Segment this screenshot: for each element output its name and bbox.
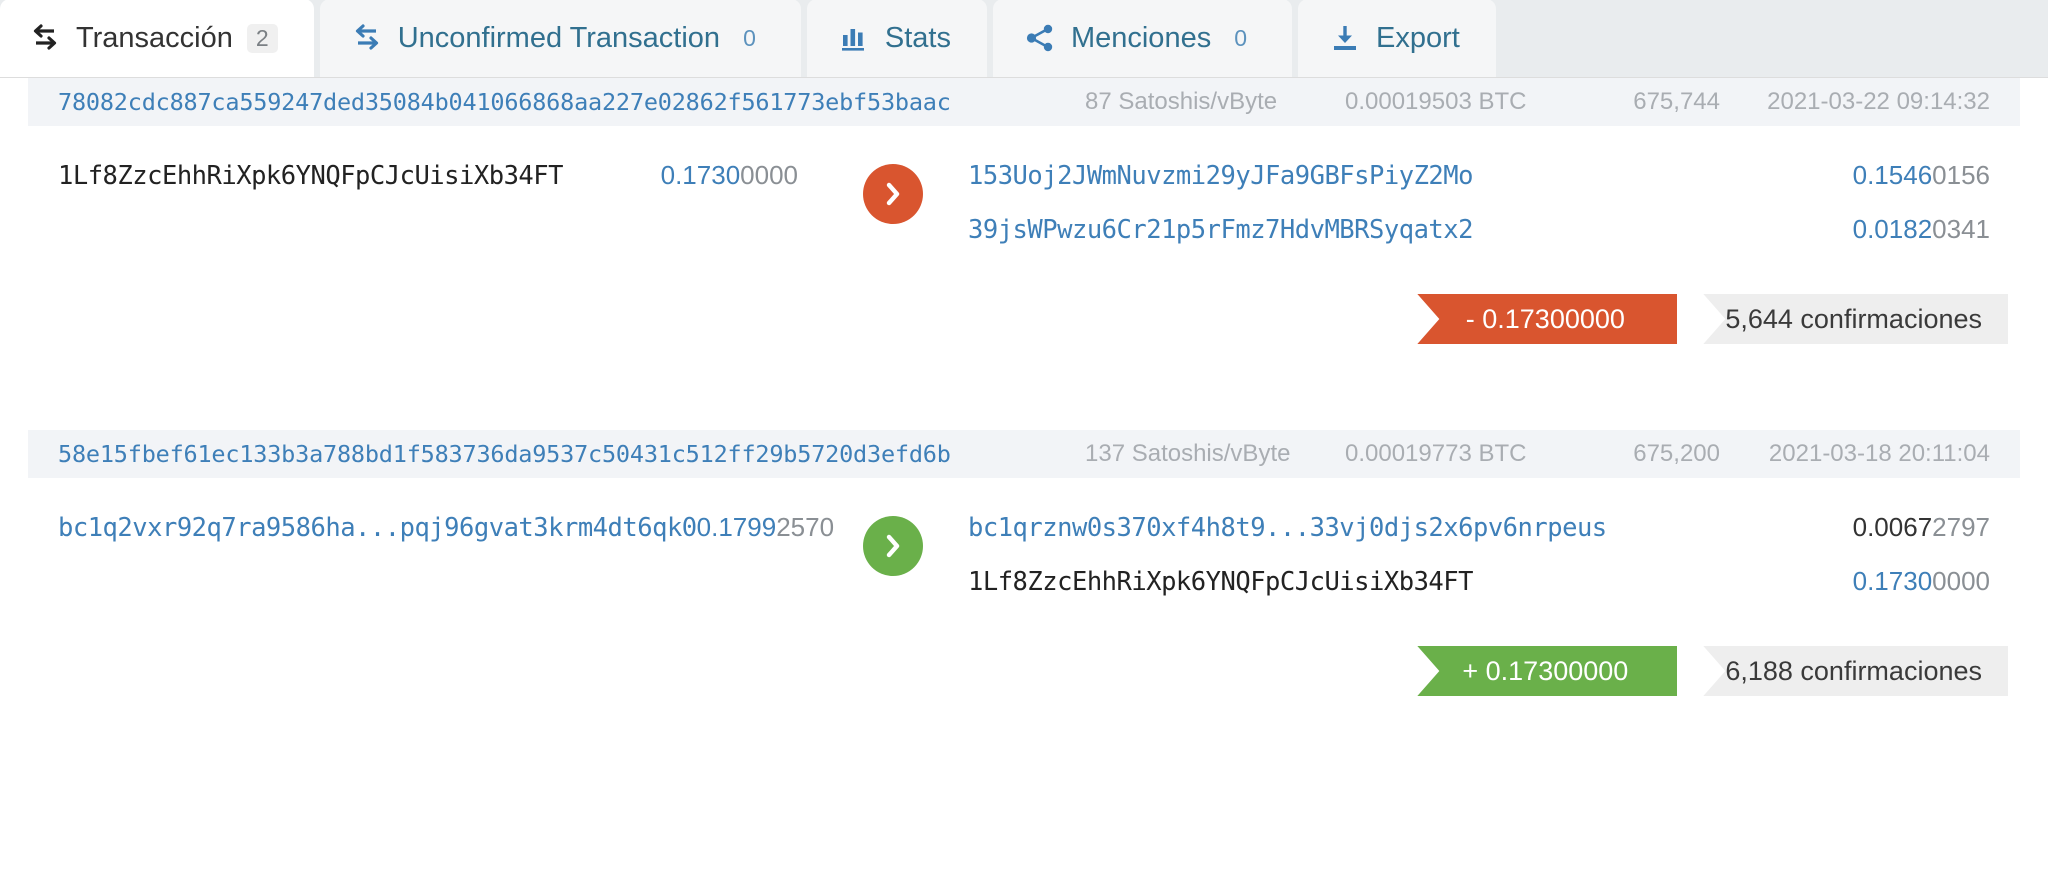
transfer-icon — [28, 21, 62, 55]
input-amount-significant: 0.1730 — [661, 160, 741, 190]
transaction-item: 78082cdc887ca559247ded35084b041066868aa2… — [0, 78, 2048, 430]
transaction-header: 58e15fbef61ec133b3a788bd1f583736da9537c5… — [28, 430, 2020, 478]
transaction-output-row: bc1qrznw0s370xf4h8t9...33vj0djs2x6pv6nrp… — [968, 512, 1990, 552]
chevron-right-icon[interactable] — [863, 516, 923, 576]
share-icon — [1023, 21, 1057, 55]
transaction-list: 78082cdc887ca559247ded35084b041066868aa2… — [0, 78, 2048, 696]
transaction-separator — [0, 344, 2048, 430]
transaction-outputs: 153Uoj2JWmNuvzmi29yJFa9GBFsPiyZ2Mo 0.1546… — [968, 160, 1990, 254]
transaction-item: 58e15fbef61ec133b3a788bd1f583736da9537c5… — [0, 430, 2048, 696]
transaction-delta-badge: - 0.17300000 — [1417, 294, 1677, 344]
bar-chart-icon — [837, 21, 871, 55]
transaction-hash-link[interactable]: 58e15fbef61ec133b3a788bd1f583736da9537c5… — [58, 440, 951, 468]
transaction-hash-link[interactable]: 78082cdc887ca559247ded35084b041066868aa2… — [58, 88, 951, 116]
output-address[interactable]: bc1qrznw0s370xf4h8t9...33vj0djs2x6pv6nrp… — [968, 513, 1607, 543]
transaction-output-row: 153Uoj2JWmNuvzmi29yJFa9GBFsPiyZ2Mo 0.1546… — [968, 160, 1990, 200]
transaction-header: 78082cdc887ca559247ded35084b041066868aa2… — [28, 78, 2020, 126]
transaction-meta: 137 Satoshis/vByte0.00019773 BTC675,2002… — [1085, 440, 1990, 468]
fee-btc: 0.00019503 BTC — [1345, 88, 1580, 116]
fee-rate: 87 Satoshis/vByte — [1085, 88, 1345, 116]
transaction-list-page: Transacción 2 Unconfirmed Transaction 0 Stat… — [0, 0, 2048, 889]
tab-menciones[interactable]: Menciones 0 — [993, 0, 1292, 77]
transaction-delta-badge: + 0.17300000 — [1417, 646, 1677, 696]
transaction-confirmations-badge: 6,188 confirmaciones — [1703, 646, 2008, 696]
tab-count-badge: 0 — [1225, 24, 1256, 53]
fee-btc: 0.00019773 BTC — [1345, 440, 1580, 468]
transaction-summary: + 0.17300000 6,188 confirmaciones — [0, 606, 2048, 696]
tab-transaccion[interactable]: Transacción 2 — [0, 0, 314, 77]
output-amount-rest: 0156 — [1932, 160, 1990, 190]
tab-label: Transacción — [76, 24, 233, 53]
tab-count-badge: 2 — [247, 24, 278, 53]
output-address: 1Lf8ZzcEhhRiXpk6YNQFpCJcUisiXb34FT — [968, 567, 1473, 597]
transaction-output-row: 1Lf8ZzcEhhRiXpk6YNQFpCJcUisiXb34FT 0.1730… — [968, 566, 1990, 606]
transaction-outputs: bc1qrznw0s370xf4h8t9...33vj0djs2x6pv6nrp… — [968, 512, 1990, 606]
transaction-input-row: 1Lf8ZzcEhhRiXpk6YNQFpCJcUisiXb34FT 0.1730… — [58, 160, 818, 200]
input-amount-rest: 0000 — [740, 160, 798, 190]
output-amount-significant: 0.1730 — [1853, 566, 1933, 596]
fee-rate: 137 Satoshis/vByte — [1085, 440, 1345, 468]
transaction-summary: - 0.17300000 5,644 confirmaciones — [0, 254, 2048, 344]
transaction-meta: 87 Satoshis/vByte0.00019503 BTC675,74420… — [1085, 88, 1990, 116]
transaction-body: bc1q2vxr92q7ra9586ha...pqj96gvat3krm4dt6… — [0, 478, 2048, 606]
tab-unconfirmed-transaction[interactable]: Unconfirmed Transaction 0 — [320, 0, 801, 77]
transfer-icon — [350, 21, 384, 55]
tab-count-badge: 0 — [734, 24, 765, 53]
output-amount: 0.17300000 — [1853, 566, 1990, 597]
transaction-inputs: 1Lf8ZzcEhhRiXpk6YNQFpCJcUisiXb34FT 0.1730… — [58, 160, 818, 200]
tab-bar: Transacción 2 Unconfirmed Transaction 0 Stat… — [0, 0, 2048, 78]
transaction-input-row: bc1q2vxr92q7ra9586ha...pqj96gvat3krm4dt6… — [58, 512, 818, 552]
tab-label: Stats — [885, 24, 951, 53]
input-amount-significant: 0.1799 — [697, 512, 777, 542]
transaction-timestamp: 2021-03-18 20:11:04 — [1720, 440, 1990, 468]
output-amount-rest: 0341 — [1932, 214, 1990, 244]
transaction-direction — [818, 160, 968, 224]
input-address[interactable]: bc1q2vxr92q7ra9586ha...pqj96gvat3krm4dt6… — [58, 513, 697, 543]
output-amount: 0.00672797 — [1853, 512, 1990, 543]
output-amount-rest: 0000 — [1932, 566, 1990, 596]
transaction-body: 1Lf8ZzcEhhRiXpk6YNQFpCJcUisiXb34FT 0.1730… — [0, 126, 2048, 254]
output-amount: 0.01820341 — [1853, 214, 1990, 245]
block-height: 675,744 — [1580, 88, 1720, 116]
tab-label: Unconfirmed Transaction — [398, 24, 720, 53]
transaction-inputs: bc1q2vxr92q7ra9586ha...pqj96gvat3krm4dt6… — [58, 512, 818, 552]
output-address[interactable]: 153Uoj2JWmNuvzmi29yJFa9GBFsPiyZ2Mo — [968, 161, 1473, 191]
input-address: 1Lf8ZzcEhhRiXpk6YNQFpCJcUisiXb34FT — [58, 161, 563, 191]
tab-export[interactable]: Export — [1298, 0, 1496, 77]
transaction-direction — [818, 512, 968, 576]
tab-label: Menciones — [1071, 24, 1211, 53]
tab-stats[interactable]: Stats — [807, 0, 987, 77]
output-amount-significant: 0.0182 — [1853, 214, 1933, 244]
output-amount-significant: 0.1546 — [1853, 160, 1933, 190]
output-address[interactable]: 39jsWPwzu6Cr21p5rFmz7HdvMBRSyqatx2 — [968, 215, 1473, 245]
chevron-right-icon[interactable] — [863, 164, 923, 224]
download-icon — [1328, 21, 1362, 55]
output-amount-rest: 2797 — [1932, 512, 1990, 542]
transaction-output-row: 39jsWPwzu6Cr21p5rFmz7HdvMBRSyqatx2 0.0182… — [968, 214, 1990, 254]
transaction-timestamp: 2021-03-22 09:14:32 — [1720, 88, 1990, 116]
output-amount-significant: 0.0067 — [1853, 512, 1933, 542]
transaction-confirmations-badge: 5,644 confirmaciones — [1703, 294, 2008, 344]
output-amount: 0.15460156 — [1853, 160, 1990, 191]
tab-label: Export — [1376, 24, 1460, 53]
block-height: 675,200 — [1580, 440, 1720, 468]
input-amount: 0.17300000 — [661, 160, 818, 191]
